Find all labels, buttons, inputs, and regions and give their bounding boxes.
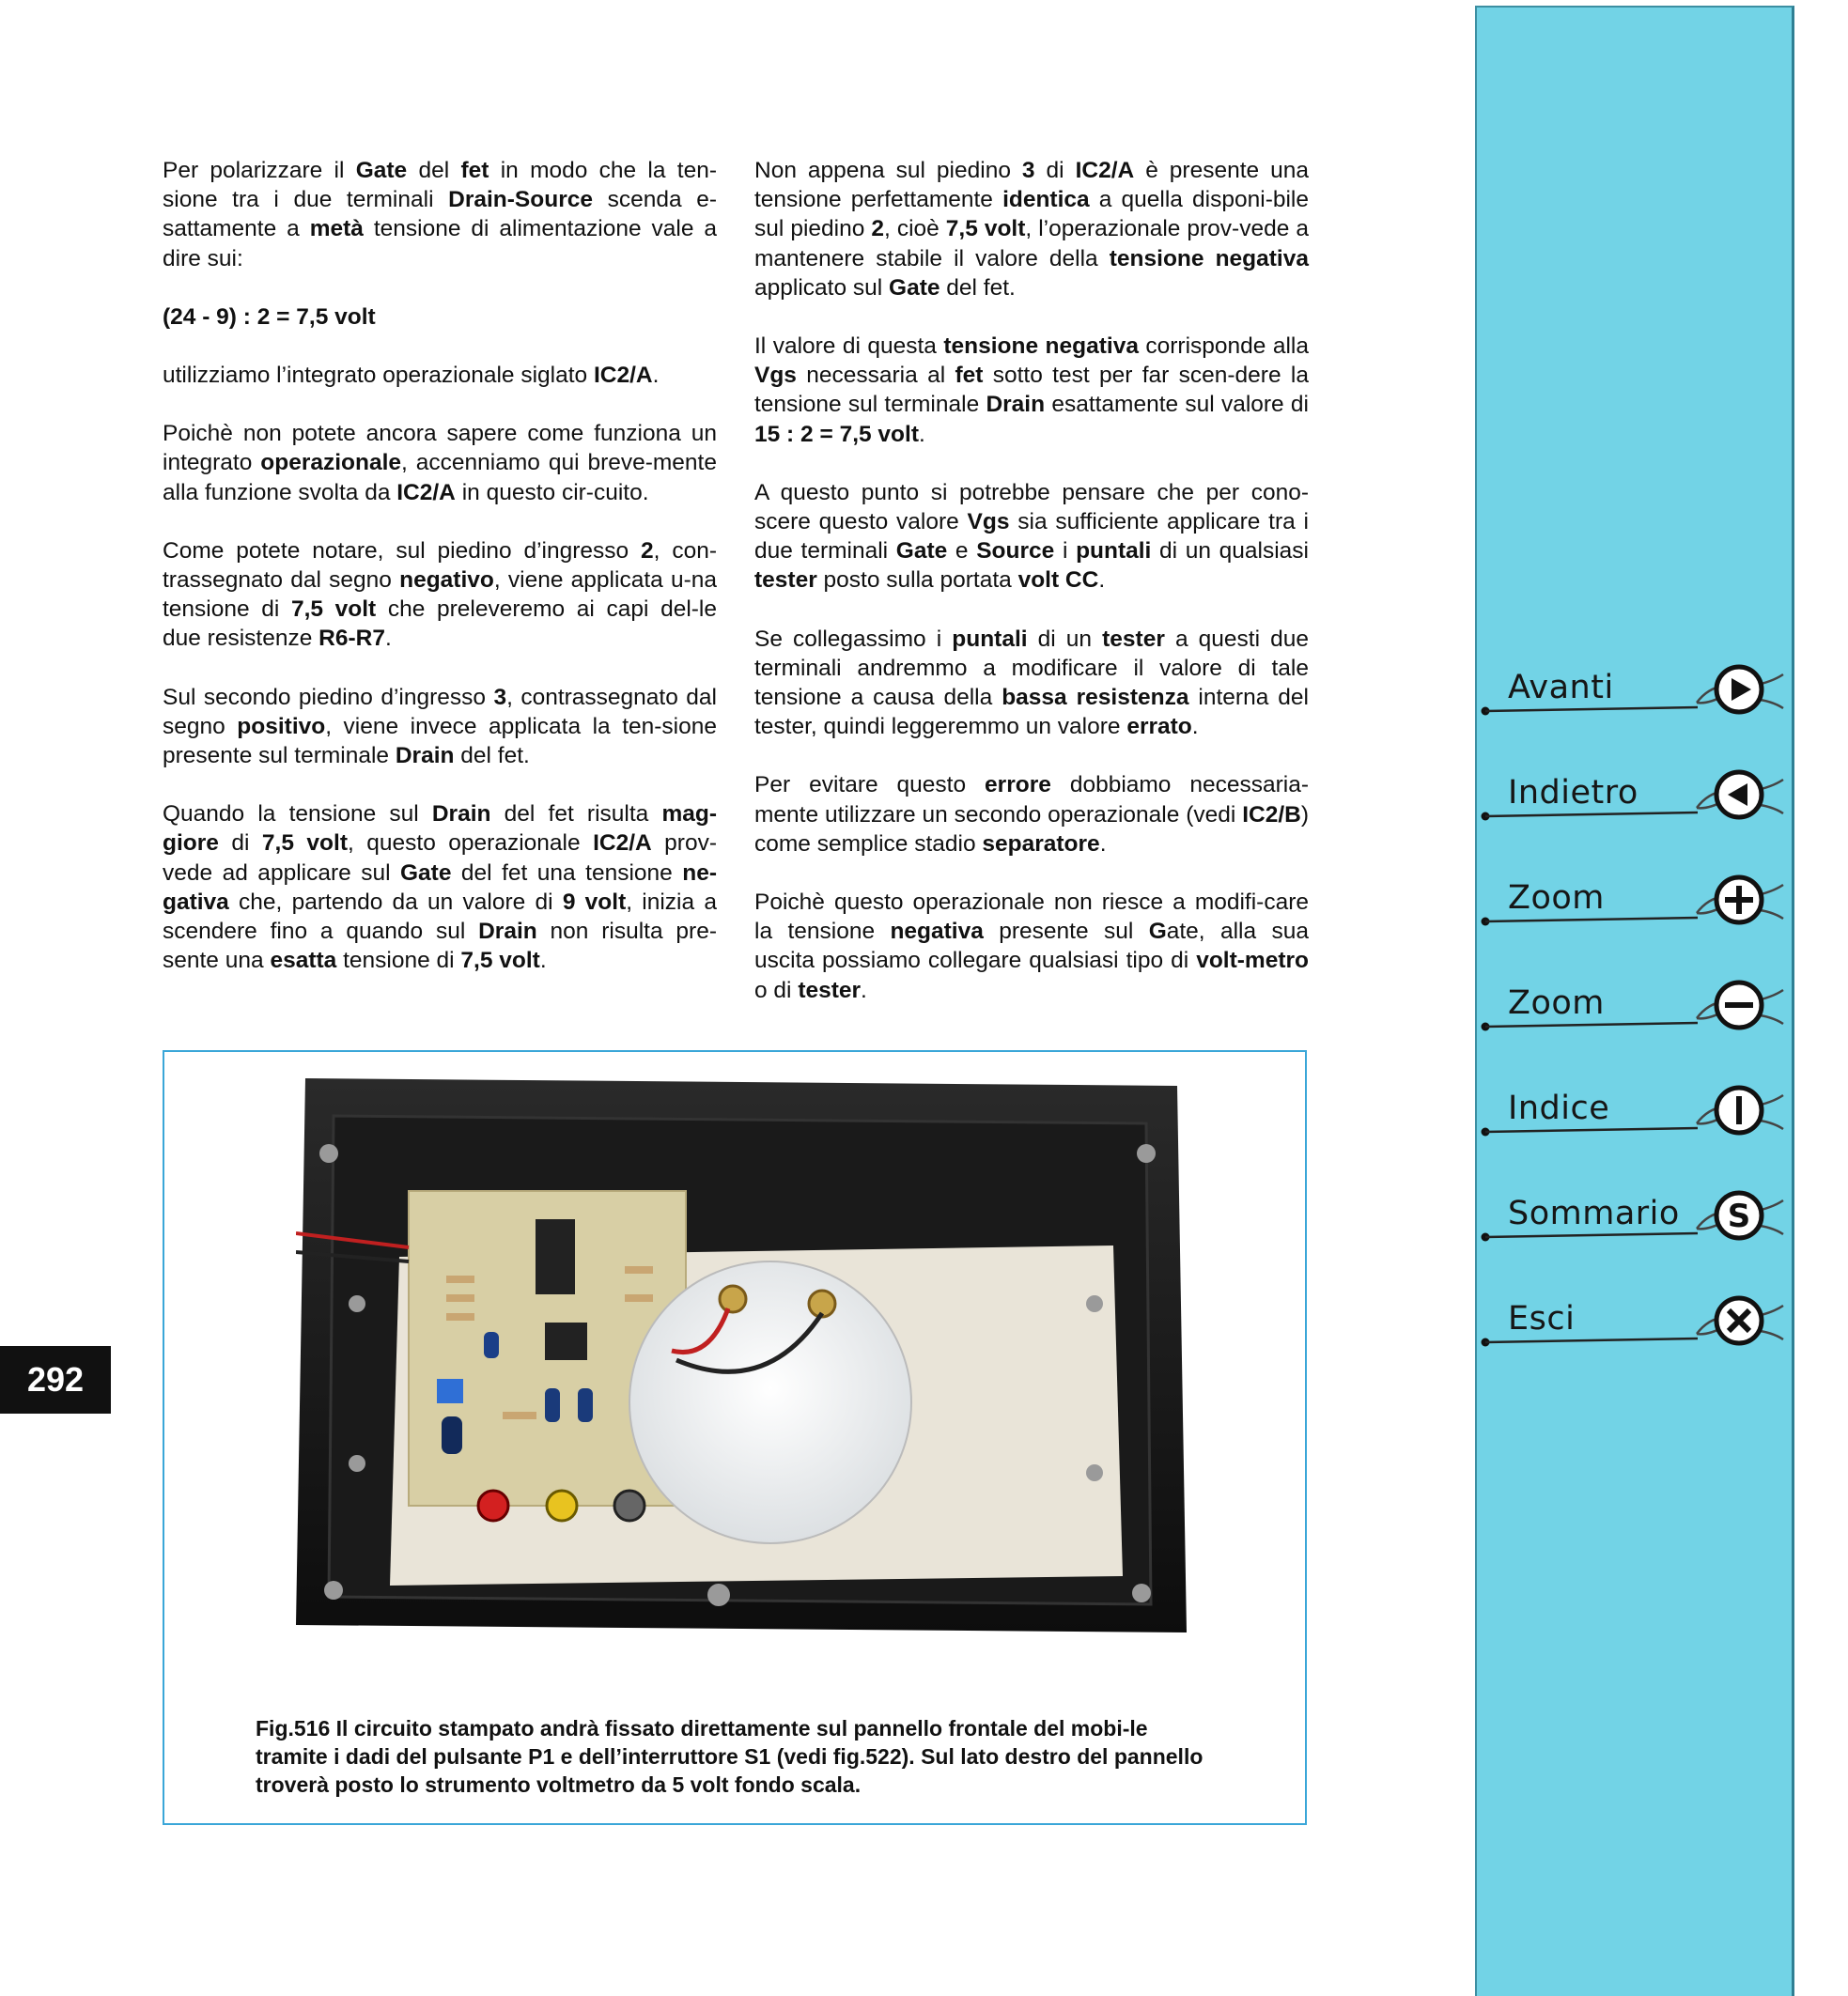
left-column-paragraph: Quando la tensione sul Drain del fet ris… <box>163 801 717 974</box>
nav-label: Indice <box>1508 1090 1610 1127</box>
right-column-paragraph: Se collegassimo i puntali di un tester a… <box>754 626 1309 740</box>
left-column-paragraph: Poichè non potete ancora sapere come fun… <box>163 421 717 505</box>
circuit-photo <box>296 1078 1187 1632</box>
nav-label: Zoom <box>1508 879 1605 917</box>
nav-label: Esci <box>1508 1300 1576 1338</box>
left-column-paragraph: Come potete notare, sul piedino d’ingres… <box>163 537 717 652</box>
figure-caption: Fig.516 Il circuito stampato andrà fissa… <box>256 1716 1204 1797</box>
index-i-icon[interactable] <box>1689 1082 1788 1138</box>
text-column-right: Non appena sul piedino 3 di IC2/A è pres… <box>754 156 1309 1034</box>
right-column-paragraph: Per evitare questo errore dobbiamo neces… <box>754 772 1309 857</box>
close-x-icon[interactable] <box>1689 1292 1788 1349</box>
nav-label: Indietro <box>1508 774 1638 812</box>
nav-button-esci[interactable]: Esci <box>1477 1291 1792 1356</box>
nav-button-zoom-in[interactable]: Zoom <box>1477 870 1792 936</box>
right-column-paragraph: Poichè questo operazionale non riesce a … <box>754 890 1310 1003</box>
right-column-paragraph: Non appena sul piedino 3 di IC2/A è pres… <box>754 158 1309 301</box>
play-right-icon[interactable] <box>1689 661 1788 718</box>
navigation-panel: Avanti Indietro Zoom Zoom Indice Sommario S Esc… <box>1475 6 1794 1996</box>
nav-button-sommario[interactable]: Sommario S <box>1477 1185 1792 1251</box>
nav-label: Zoom <box>1508 984 1605 1022</box>
page-number: 292 <box>0 1346 111 1414</box>
nav-button-indice[interactable]: Indice <box>1477 1080 1792 1146</box>
right-column-paragraph: A questo punto si potrebbe pensare che p… <box>754 479 1310 594</box>
nav-button-zoom-out[interactable]: Zoom <box>1477 975 1792 1041</box>
left-column-paragraph: Sul secondo piedino d’ingresso 3, contra… <box>163 684 717 769</box>
nav-label: Avanti <box>1508 669 1614 706</box>
left-column-paragraph: Per polarizzare il Gate del fet in modo … <box>163 158 718 271</box>
left-column-paragraph: (24 - 9) : 2 = 7,5 volt <box>163 303 376 330</box>
summary-s-icon[interactable]: S <box>1689 1187 1788 1244</box>
nav-label: Sommario <box>1508 1195 1680 1232</box>
figure-frame: Fig.516 Il circuito stampato andrà fissa… <box>163 1050 1307 1825</box>
text-column-left: Per polarizzare il Gate del fet in modo … <box>163 156 717 1004</box>
svg-text:S: S <box>1728 1198 1751 1235</box>
left-column-paragraph: utilizziamo l’integrato operazionale sig… <box>163 363 660 389</box>
nav-button-indietro[interactable]: Indietro <box>1477 765 1792 830</box>
minus-icon[interactable] <box>1689 977 1788 1033</box>
nav-button-avanti[interactable]: Avanti <box>1477 659 1792 725</box>
play-left-icon[interactable] <box>1689 766 1788 823</box>
right-column-paragraph: Il valore di questa tensione negativa co… <box>754 333 1309 447</box>
plus-icon[interactable] <box>1689 872 1788 928</box>
